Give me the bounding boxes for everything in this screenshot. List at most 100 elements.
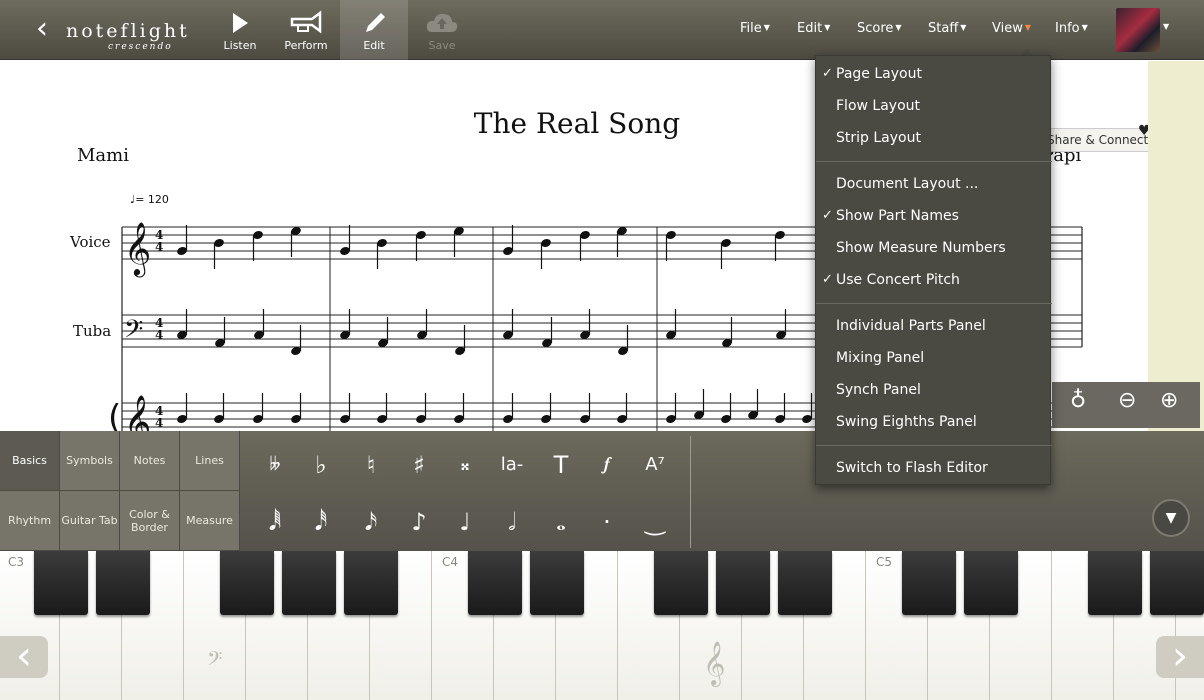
- tab-guitar-tab[interactable]: Guitar Tab: [60, 491, 120, 551]
- back-chevron-icon[interactable]: ‹: [36, 14, 56, 44]
- thirty-second-note-tool[interactable]: 𝅘𝅥𝅰: [298, 499, 344, 545]
- note[interactable]: [775, 309, 787, 340]
- perform-button[interactable]: Perform: [272, 0, 340, 60]
- note[interactable]: [693, 389, 705, 420]
- black-key[interactable]: [34, 551, 88, 615]
- edit-button[interactable]: Edit: [340, 0, 408, 60]
- sixty-fourth-note-tool[interactable]: 𝅘𝅥𝅱: [252, 499, 298, 545]
- sixteenth-note-tool[interactable]: 𝅘𝅥𝅯: [348, 499, 394, 545]
- black-key[interactable]: [902, 551, 956, 615]
- double-flat-tool[interactable]: 𝄫: [252, 442, 298, 488]
- note[interactable]: [774, 230, 786, 261]
- black-key[interactable]: [778, 551, 832, 615]
- note[interactable]: [290, 226, 302, 257]
- note[interactable]: [453, 393, 465, 424]
- tab-notes[interactable]: Notes: [120, 431, 180, 491]
- note[interactable]: [665, 393, 677, 424]
- double-sharp-tool[interactable]: 𝄪: [442, 442, 488, 488]
- view-menu-item[interactable]: ✓ Show Part Names: [816, 201, 1052, 231]
- menu-score[interactable]: Score ▼: [857, 21, 902, 36]
- view-menu-item[interactable]: Show Measure Numbers: [816, 233, 1052, 263]
- view-menu-item[interactable]: ✓ Use Concert Pitch: [816, 265, 1052, 295]
- note[interactable]: [616, 226, 628, 257]
- view-menu-item[interactable]: Flow Layout: [816, 91, 1052, 121]
- heart-chat-icon[interactable]: ♥: [1138, 123, 1148, 139]
- note[interactable]: [616, 393, 628, 424]
- note[interactable]: [720, 393, 732, 424]
- note[interactable]: [502, 225, 514, 256]
- note[interactable]: [540, 238, 552, 269]
- note[interactable]: [176, 309, 188, 340]
- note[interactable]: [377, 317, 389, 348]
- view-menu-item[interactable]: Document Layout ...: [816, 169, 1052, 199]
- collapse-palette-chevron-down-icon[interactable]: ▼: [1152, 499, 1190, 537]
- note[interactable]: [617, 325, 629, 356]
- quarter-note-tool[interactable]: ♩: [442, 499, 488, 545]
- listen-button[interactable]: Listen: [206, 0, 274, 60]
- note[interactable]: [579, 309, 591, 340]
- note[interactable]: [540, 393, 552, 424]
- text-tool[interactable]: T: [538, 442, 584, 488]
- black-key[interactable]: [1088, 551, 1142, 615]
- natural-tool[interactable]: ♮: [348, 442, 394, 488]
- note[interactable]: [415, 230, 427, 261]
- view-menu-item[interactable]: Mixing Panel: [816, 343, 1052, 373]
- note[interactable]: [665, 309, 677, 340]
- share-and-connect-button[interactable]: Share & Connect: [1040, 128, 1148, 152]
- note[interactable]: [453, 226, 465, 257]
- tab-basics[interactable]: Basics: [0, 431, 60, 491]
- note[interactable]: [579, 230, 591, 261]
- whole-note-tool[interactable]: 𝅝: [538, 499, 584, 545]
- dot-tool[interactable]: ·: [584, 499, 630, 545]
- keyboard-left-chevron-icon[interactable]: ‹: [0, 636, 48, 678]
- lyric-tool[interactable]: la-: [489, 442, 535, 488]
- note[interactable]: [214, 317, 226, 348]
- note[interactable]: [801, 393, 813, 424]
- black-key[interactable]: [654, 551, 708, 615]
- metronome-icon[interactable]: ♁: [1070, 388, 1086, 413]
- tab-color-border[interactable]: Color & Border: [120, 491, 180, 551]
- black-key[interactable]: [468, 551, 522, 615]
- note[interactable]: [747, 389, 759, 420]
- note[interactable]: [290, 393, 302, 424]
- notes-layer[interactable]: [176, 225, 813, 424]
- tab-rhythm[interactable]: Rhythm: [0, 491, 60, 551]
- note[interactable]: [502, 309, 514, 340]
- note[interactable]: [339, 225, 351, 256]
- menu-edit[interactable]: Edit ▼: [797, 21, 830, 36]
- note[interactable]: [252, 393, 264, 424]
- view-menu-item[interactable]: Individual Parts Panel: [816, 311, 1052, 341]
- view-menu-item[interactable]: Swing Eighths Panel: [816, 407, 1052, 437]
- chord-symbol-tool[interactable]: A⁷: [632, 442, 678, 488]
- piano-keyboard[interactable]: C3 C4 C5 𝄢 𝄞: [0, 551, 1204, 700]
- sharp-tool[interactable]: ♯: [396, 442, 442, 488]
- note[interactable]: [721, 317, 733, 348]
- note[interactable]: [213, 238, 225, 269]
- tab-lines[interactable]: Lines: [180, 431, 240, 491]
- note[interactable]: [502, 393, 514, 424]
- view-menu-item[interactable]: Synch Panel: [816, 375, 1052, 405]
- menu-info[interactable]: Info ▼: [1055, 21, 1088, 36]
- black-key[interactable]: [716, 551, 770, 615]
- zoom-in-icon[interactable]: ⊕: [1160, 388, 1178, 413]
- black-key[interactable]: [530, 551, 584, 615]
- black-key[interactable]: [282, 551, 336, 615]
- note[interactable]: [774, 393, 786, 424]
- zoom-out-icon[interactable]: ⊖: [1118, 388, 1136, 413]
- note[interactable]: [253, 309, 265, 340]
- note[interactable]: [579, 393, 591, 424]
- black-key[interactable]: [964, 551, 1018, 615]
- note[interactable]: [376, 393, 388, 424]
- note[interactable]: [541, 317, 553, 348]
- keyboard-right-chevron-icon[interactable]: ›: [1156, 636, 1204, 678]
- black-key[interactable]: [1150, 551, 1204, 615]
- note[interactable]: [416, 309, 428, 340]
- note[interactable]: [415, 393, 427, 424]
- menu-staff[interactable]: Staff ▼: [928, 21, 966, 36]
- black-key[interactable]: [220, 551, 274, 615]
- note[interactable]: [213, 393, 225, 424]
- eighth-note-tool[interactable]: ♪: [396, 499, 442, 545]
- note[interactable]: [252, 230, 264, 261]
- note[interactable]: [454, 325, 466, 356]
- save-button[interactable]: Save: [408, 0, 476, 60]
